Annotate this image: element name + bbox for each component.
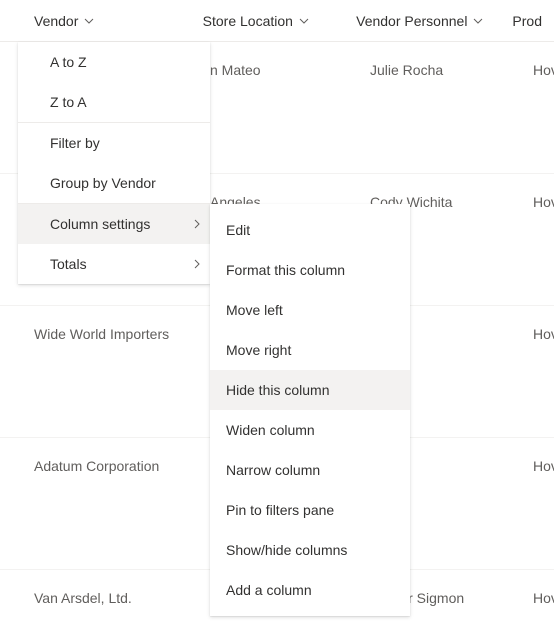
submenu-item-label: Move right bbox=[226, 342, 291, 358]
submenu-item-label: Format this column bbox=[226, 262, 345, 278]
submenu-item-label: Widen column bbox=[226, 422, 315, 438]
submenu-item-label: Move left bbox=[226, 302, 283, 318]
chevron-right-icon bbox=[194, 219, 200, 229]
column-dropdown-menu: A to Z Z to A Filter by Group by Vendor … bbox=[18, 42, 210, 284]
submenu-item-label: Hide this column bbox=[226, 382, 330, 398]
submenu-item-move-right[interactable]: Move right bbox=[210, 330, 410, 370]
submenu-item-widen-column[interactable]: Widen column bbox=[210, 410, 410, 450]
menu-item-label: A to Z bbox=[50, 54, 87, 70]
submenu-item-label: Add a column bbox=[226, 582, 312, 598]
chevron-right-icon bbox=[194, 259, 200, 269]
chevron-down-icon bbox=[299, 16, 309, 26]
submenu-item-label: Edit bbox=[226, 222, 250, 238]
column-header-vendor[interactable]: Vendor bbox=[0, 13, 191, 29]
cell-person: Julie Rocha bbox=[358, 42, 521, 173]
column-header-row: Vendor Store Location Vendor Personnel P… bbox=[0, 0, 554, 42]
submenu-item-move-left[interactable]: Move left bbox=[210, 290, 410, 330]
cell-vendor: Van Arsdel, Ltd. bbox=[0, 570, 198, 630]
column-header-store-label: Store Location bbox=[203, 13, 293, 29]
menu-item-label: Column settings bbox=[50, 216, 150, 232]
column-header-store-location[interactable]: Store Location bbox=[191, 13, 344, 29]
column-header-vendor-personnel[interactable]: Vendor Personnel bbox=[344, 13, 500, 29]
submenu-item-pin-to-filters[interactable]: Pin to filters pane bbox=[210, 490, 410, 530]
column-header-person-label: Vendor Personnel bbox=[356, 13, 467, 29]
submenu-item-hide-column[interactable]: Hide this column bbox=[210, 370, 410, 410]
menu-item-a-to-z[interactable]: A to Z bbox=[18, 42, 210, 82]
chevron-down-icon bbox=[84, 16, 94, 26]
column-header-product[interactable]: Prod bbox=[500, 13, 554, 29]
menu-item-label: Totals bbox=[50, 256, 87, 272]
submenu-item-show-hide-columns[interactable]: Show/hide columns bbox=[210, 530, 410, 570]
submenu-item-label: Pin to filters pane bbox=[226, 502, 334, 518]
cell-store: n Mateo bbox=[198, 42, 358, 173]
submenu-item-label: Show/hide columns bbox=[226, 542, 347, 558]
submenu-item-label: Narrow column bbox=[226, 462, 320, 478]
submenu-item-narrow-column[interactable]: Narrow column bbox=[210, 450, 410, 490]
menu-item-label: Z to A bbox=[50, 94, 87, 110]
column-settings-submenu: Edit Format this column Move left Move r… bbox=[210, 204, 410, 616]
cell-vendor: Adatum Corporation bbox=[0, 438, 198, 569]
column-header-vendor-label: Vendor bbox=[34, 13, 78, 29]
menu-item-label: Group by Vendor bbox=[50, 175, 156, 191]
cell-product: Hove bbox=[521, 42, 554, 173]
cell-product: Hove bbox=[521, 174, 554, 305]
cell-vendor: Wide World Importers bbox=[0, 306, 198, 437]
submenu-item-add-column[interactable]: Add a column bbox=[210, 570, 410, 610]
chevron-down-icon bbox=[473, 16, 483, 26]
menu-item-label: Filter by bbox=[50, 135, 100, 151]
cell-product: Hove bbox=[521, 438, 554, 569]
menu-item-z-to-a[interactable]: Z to A bbox=[18, 82, 210, 122]
cell-product: Hove bbox=[521, 306, 554, 437]
submenu-item-format-column[interactable]: Format this column bbox=[210, 250, 410, 290]
column-header-product-label: Prod bbox=[512, 13, 542, 29]
menu-item-group-by-vendor[interactable]: Group by Vendor bbox=[18, 163, 210, 203]
menu-item-totals[interactable]: Totals bbox=[18, 244, 210, 284]
menu-item-filter-by[interactable]: Filter by bbox=[18, 123, 210, 163]
menu-item-column-settings[interactable]: Column settings bbox=[18, 204, 210, 244]
submenu-item-edit[interactable]: Edit bbox=[210, 210, 410, 250]
cell-product: Hove bbox=[521, 570, 554, 630]
